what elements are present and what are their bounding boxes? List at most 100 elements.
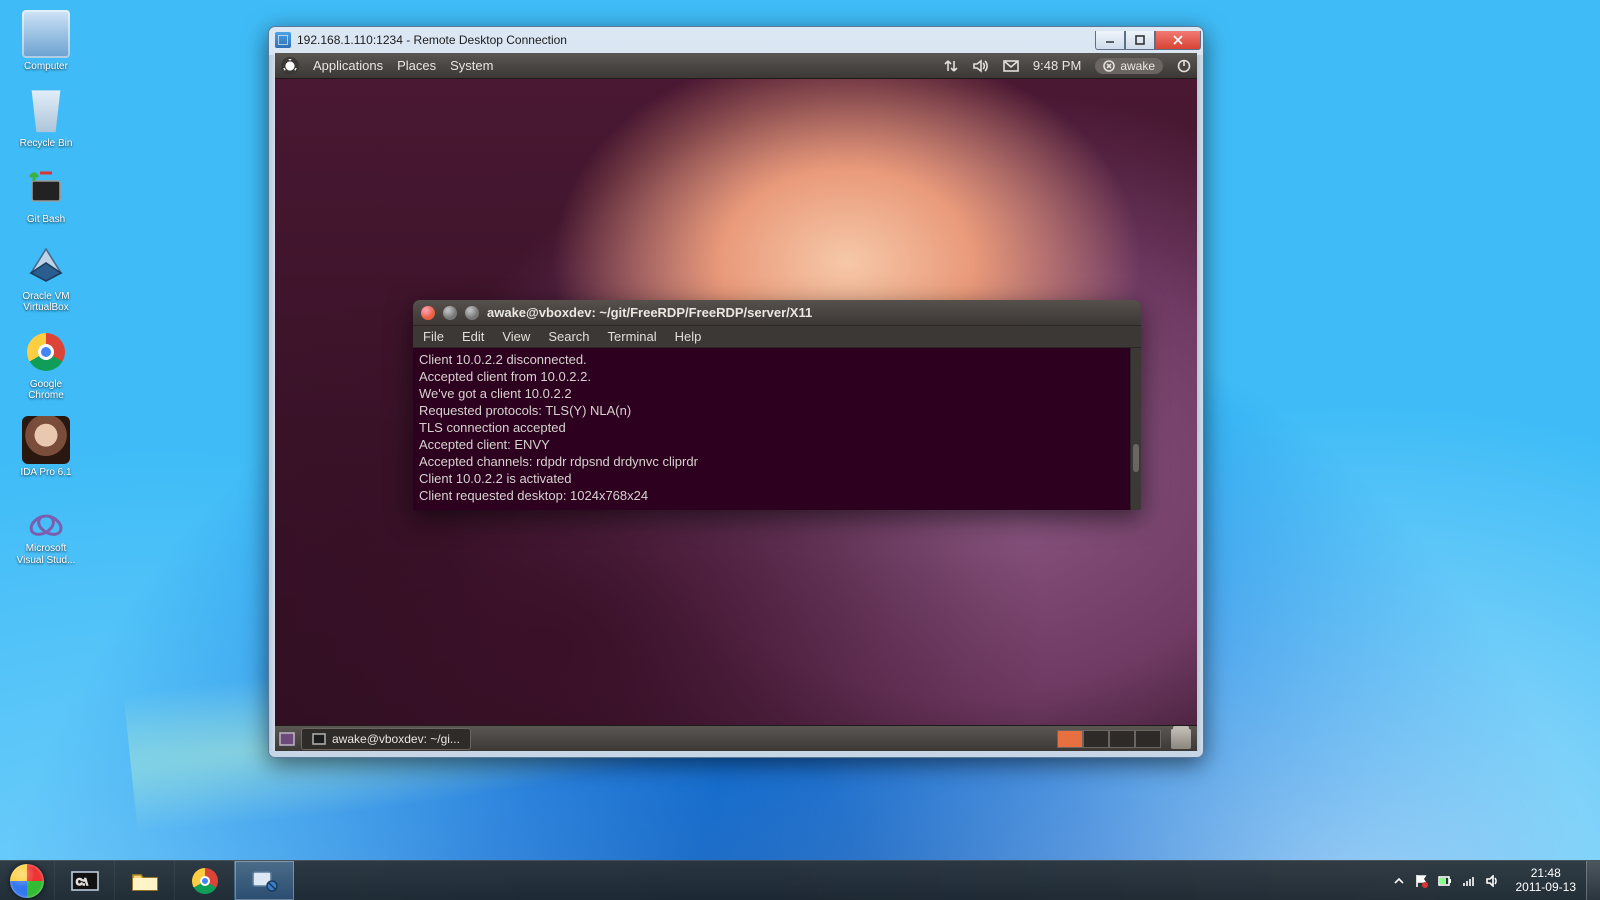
label: Git Bash	[6, 214, 86, 226]
gnome-terminal-window[interactable]: awake@vboxdev: ~/git/FreeRDP/FreeRDP/ser…	[413, 300, 1141, 510]
terminal-output[interactable]: Client 10.0.2.2 disconnected. Accepted c…	[413, 348, 1141, 510]
terminal-close-button[interactable]	[421, 306, 435, 320]
terminal-minimize-button[interactable]	[443, 306, 457, 320]
label: Recycle Bin	[6, 138, 86, 150]
rdp-client-area: Applications Places System 9:48 PM awake	[275, 53, 1197, 751]
git-bash-icon	[22, 163, 70, 211]
desktop-icon-chrome[interactable]: Google Chrome	[6, 324, 86, 412]
power-icon[interactable]	[1177, 59, 1191, 73]
svg-text:C:\: C:\	[76, 877, 88, 887]
close-button[interactable]	[1155, 31, 1201, 50]
gnome-top-panel[interactable]: Applications Places System 9:48 PM awake	[275, 53, 1197, 79]
terminal-menubar[interactable]: File Edit View Search Terminal Help	[413, 326, 1141, 348]
term-line: TLS connection accepted	[419, 420, 566, 435]
gnome-clock[interactable]: 9:48 PM	[1033, 58, 1081, 73]
gnome-bottom-panel[interactable]: awake@vboxdev: ~/gi...	[275, 725, 1197, 751]
visual-studio-icon	[22, 492, 70, 540]
taskbar-app-chrome[interactable]	[174, 861, 234, 900]
label: IDA Pro 6.1	[6, 467, 86, 479]
tray-power-icon[interactable]	[1438, 875, 1452, 887]
virtualbox-icon	[22, 240, 70, 288]
workspace-3[interactable]	[1109, 730, 1135, 748]
desktop-icons: Computer Recycle Bin Git Bash Oracle VM …	[6, 6, 96, 576]
workspace-1[interactable]	[1057, 730, 1083, 748]
menu-applications[interactable]: Applications	[313, 58, 383, 73]
recycle-bin-icon	[22, 87, 70, 135]
label2: Chrome	[6, 390, 86, 402]
ida-pro-icon	[22, 416, 70, 464]
workspace-2[interactable]	[1083, 730, 1109, 748]
label2: Visual Stud...	[6, 555, 86, 567]
ubuntu-logo-icon	[281, 57, 299, 75]
label2: VirtualBox	[6, 302, 86, 314]
menu-system[interactable]: System	[450, 58, 493, 73]
terminal-titlebar[interactable]: awake@vboxdev: ~/git/FreeRDP/FreeRDP/ser…	[413, 300, 1141, 326]
desktop-icon-ida-pro[interactable]: IDA Pro 6.1	[6, 412, 86, 489]
trash-icon[interactable]	[1171, 729, 1191, 749]
frame-right	[1197, 55, 1203, 751]
term-line: Client 10.0.2.2 is activated	[419, 471, 571, 486]
term-line: Accepted client: ENVY	[419, 437, 550, 452]
system-tray[interactable]: 21:48 2011-09-13	[1384, 861, 1587, 900]
volume-icon[interactable]	[973, 59, 989, 73]
label: Computer	[6, 61, 86, 73]
desktop-icon-visual-studio[interactable]: Microsoft Visual Stud...	[6, 488, 86, 576]
desktop-icon-git-bash[interactable]: Git Bash	[6, 159, 86, 236]
win7-desktop[interactable]: Computer Recycle Bin Git Bash Oracle VM …	[0, 0, 1600, 900]
workspace-4[interactable]	[1135, 730, 1161, 748]
term-line: We've got a client 10.0.2.2	[419, 386, 572, 401]
win7-taskbar[interactable]: C:\ 21:48 2011-09-13	[0, 860, 1600, 900]
terminal-maximize-button[interactable]	[465, 306, 479, 320]
tray-volume-icon[interactable]	[1486, 875, 1500, 887]
taskbar-app-rdp[interactable]	[234, 861, 294, 900]
tray-flag-icon[interactable]	[1414, 874, 1428, 888]
window-buttons	[1095, 31, 1201, 50]
tray-wifi-icon[interactable]	[1462, 875, 1476, 887]
user-name: awake	[1120, 59, 1155, 73]
rdp-title: 192.168.1.110:1234 - Remote Desktop Conn…	[297, 33, 567, 47]
user-menu[interactable]: awake	[1095, 58, 1163, 74]
label: Microsoft	[6, 543, 86, 555]
start-button[interactable]	[0, 861, 54, 900]
clock-time: 21:48	[1516, 867, 1577, 881]
show-desktop-icon[interactable]	[275, 732, 299, 746]
taskbar-window-label: awake@vboxdev: ~/gi...	[332, 732, 460, 746]
desktop-icon-recycle-bin[interactable]: Recycle Bin	[6, 83, 86, 160]
terminal-menu-terminal[interactable]: Terminal	[608, 329, 657, 344]
taskbar-app-explorer[interactable]	[114, 861, 174, 900]
terminal-menu-edit[interactable]: Edit	[462, 329, 484, 344]
taskbar-spacer	[294, 861, 1384, 900]
maximize-button[interactable]	[1125, 31, 1155, 50]
taskbar-clock[interactable]: 21:48 2011-09-13	[1510, 867, 1583, 895]
label: Google	[6, 379, 86, 391]
desktop-icon-virtualbox[interactable]: Oracle VM VirtualBox	[6, 236, 86, 324]
terminal-menu-file[interactable]: File	[423, 329, 444, 344]
terminal-menu-view[interactable]: View	[502, 329, 530, 344]
term-line: Accepted channels: rdpdr rdpsnd drdynvc …	[419, 454, 698, 469]
term-line: Client requested desktop: 1024x768x24	[419, 488, 648, 503]
minimize-button[interactable]	[1095, 31, 1125, 50]
chrome-icon	[22, 328, 70, 376]
workspace-switcher[interactable]	[1057, 730, 1161, 748]
windows-logo-icon	[10, 864, 44, 898]
mail-icon[interactable]	[1003, 60, 1019, 72]
tray-chevron-icon[interactable]	[1394, 875, 1404, 887]
taskbar-window-button[interactable]: awake@vboxdev: ~/gi...	[301, 728, 471, 750]
term-line: Client 10.0.2.2 disconnected.	[419, 352, 587, 367]
menu-places[interactable]: Places	[397, 58, 436, 73]
terminal-title: awake@vboxdev: ~/git/FreeRDP/FreeRDP/ser…	[487, 305, 812, 320]
terminal-scrollbar[interactable]	[1130, 348, 1141, 510]
clock-date: 2011-09-13	[1516, 881, 1577, 895]
computer-icon	[22, 10, 70, 58]
terminal-menu-search[interactable]: Search	[548, 329, 589, 344]
terminal-menu-help[interactable]: Help	[675, 329, 702, 344]
desktop-icon-computer[interactable]: Computer	[6, 6, 86, 83]
rdp-titlebar[interactable]: 192.168.1.110:1234 - Remote Desktop Conn…	[269, 27, 1203, 53]
network-icon[interactable]	[943, 59, 959, 73]
term-line: Requested protocols: TLS(Y) NLA(n)	[419, 403, 631, 418]
label: Oracle VM	[6, 291, 86, 303]
ubuntu-desktop[interactable]: Applications Places System 9:48 PM awake	[275, 53, 1197, 751]
show-desktop-button[interactable]	[1586, 861, 1600, 900]
taskbar-app-cmd[interactable]: C:\	[54, 861, 114, 900]
rdp-window[interactable]: 192.168.1.110:1234 - Remote Desktop Conn…	[268, 26, 1204, 758]
